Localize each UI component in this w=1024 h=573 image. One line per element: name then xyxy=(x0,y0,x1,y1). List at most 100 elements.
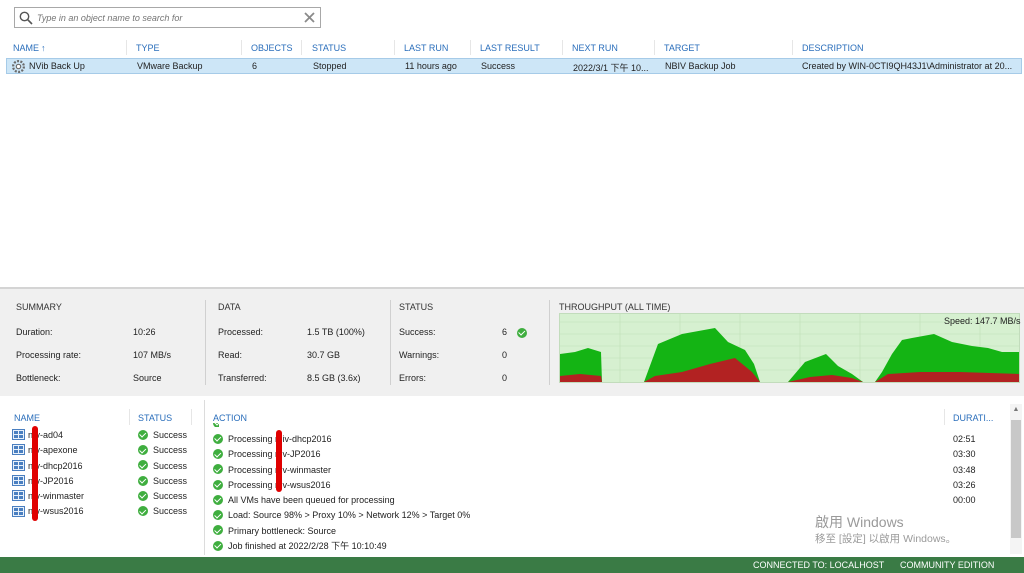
vm-row[interactable]: n v-apexone Success xyxy=(12,443,192,458)
job-last-run: 11 hours ago xyxy=(405,61,457,71)
redaction-mark xyxy=(276,430,282,492)
vm-row[interactable]: n v-winmaster Success xyxy=(12,489,192,504)
success-icon xyxy=(213,448,223,459)
action-header[interactable]: ACTION xyxy=(213,413,247,423)
success-label: Success: xyxy=(399,327,436,337)
success-icon xyxy=(213,540,223,551)
success-icon xyxy=(213,510,223,521)
vm-status: Success xyxy=(138,504,187,519)
col-header-target[interactable]: TARGET xyxy=(664,43,700,53)
success-icon xyxy=(138,460,148,471)
edition-label: COMMUNITY EDITION xyxy=(900,560,995,570)
col-divider xyxy=(191,409,192,425)
job-target: NBIV Backup Job xyxy=(665,61,736,71)
activation-watermark-title: 啟用 Windows xyxy=(815,514,904,530)
action-text: All VMs have been queued for processing xyxy=(228,495,395,506)
duration-label: Duration: xyxy=(16,327,53,337)
vm-icon xyxy=(12,429,25,441)
vm-status-text: Success xyxy=(153,506,188,517)
action-row[interactable]: All VMs have been queued for processing 0… xyxy=(213,493,1003,508)
col-header-status[interactable]: STATUS xyxy=(312,43,346,53)
search-box[interactable] xyxy=(14,7,321,28)
data-title: DATA xyxy=(218,302,241,312)
col-divider xyxy=(301,40,302,55)
vm-status: Success xyxy=(138,443,187,458)
search-input[interactable] xyxy=(37,10,297,25)
rate-label: Processing rate: xyxy=(16,350,82,360)
success-icon xyxy=(213,525,223,536)
action-row[interactable]: Processing n v-wsus201603:26 xyxy=(213,478,1003,493)
redaction-mark xyxy=(32,426,38,521)
vm-icon xyxy=(12,475,25,487)
vm-status: Success xyxy=(138,489,187,504)
success-icon xyxy=(138,444,148,455)
col-divider xyxy=(562,40,563,55)
vm-status-text: Success xyxy=(153,430,188,440)
bottleneck-value: Source xyxy=(133,373,162,383)
status-bar: CONNECTED TO: LOCALHOST COMMUNITY EDITIO… xyxy=(0,557,1024,573)
vm-status: Success xyxy=(138,474,187,489)
scrollbar-thumb[interactable] xyxy=(1011,420,1021,538)
status-divider xyxy=(549,300,550,385)
transferred-label: Transferred: xyxy=(218,373,267,383)
col-header-objects[interactable]: OBJECTS xyxy=(251,43,293,53)
col-divider xyxy=(394,40,395,55)
col-header-type[interactable]: TYPE xyxy=(136,43,160,53)
action-row[interactable]: Processing n v-winmaster03:48 xyxy=(213,463,1003,478)
col-header-last-result[interactable]: LAST RESULT xyxy=(480,43,540,53)
col-header-next-run[interactable]: NEXT RUN xyxy=(572,43,618,53)
action-row[interactable]: Processing n v-JP2016 03:30 xyxy=(213,447,1003,462)
vm-row[interactable]: n v-dhcp2016 Success xyxy=(12,459,192,474)
partial-row-icon xyxy=(213,423,219,427)
gear-icon xyxy=(12,60,25,73)
vm-status-text: Success xyxy=(153,445,188,456)
warnings-label: Warnings: xyxy=(399,350,440,360)
data-divider xyxy=(390,300,391,385)
col-header-name[interactable]: NAME ↑ xyxy=(13,43,46,53)
read-label: Read: xyxy=(218,350,243,360)
success-icon xyxy=(138,429,148,440)
action-row[interactable]: Processing n iv-dhcp201602:51 xyxy=(213,432,1003,447)
success-icon xyxy=(138,506,148,517)
job-row[interactable]: NVib Back Up VMware Backup 6 Stopped 11 … xyxy=(6,58,1022,74)
connection-status: CONNECTED TO: LOCALHOST xyxy=(753,560,885,570)
vm-status-text: Success xyxy=(153,491,188,502)
summary-divider xyxy=(205,300,206,385)
success-check-icon xyxy=(517,327,527,338)
activation-watermark-subtitle: 移至 [設定] 以啟用 Windows。 xyxy=(815,533,957,545)
errors-value: 0 xyxy=(502,373,508,383)
vm-row[interactable]: n v-JP2016 Success xyxy=(12,474,192,489)
success-icon xyxy=(138,490,148,501)
summary-title: SUMMARY xyxy=(16,302,62,312)
vm-row[interactable]: n v-wsus2016 Success xyxy=(12,504,192,519)
vm-status: Success xyxy=(138,428,187,443)
action-text: Load: Source 98% > Proxy 10% > Network 1… xyxy=(228,510,471,521)
pane-divider[interactable] xyxy=(204,400,205,555)
col-header-description[interactable]: DESCRIPTION xyxy=(802,43,864,53)
read-value: 30.7 GB xyxy=(307,350,341,360)
job-type: VMware Backup xyxy=(137,61,203,71)
job-objects: 6 xyxy=(252,61,258,71)
action-duration: 02:51 xyxy=(953,434,976,444)
success-icon xyxy=(213,464,223,475)
success-icon xyxy=(138,475,148,486)
vm-row[interactable]: n v-ad04 Success xyxy=(12,428,192,443)
col-header-last-run[interactable]: LAST RUN xyxy=(404,43,448,53)
job-name: NVib Back Up xyxy=(29,61,85,71)
scroll-up-icon[interactable]: ▲ xyxy=(1011,406,1021,416)
action-duration: 03:26 xyxy=(953,479,976,490)
rate-value: 107 MB/s xyxy=(133,350,172,360)
vm-icon xyxy=(12,444,25,456)
col-header-name-label: NAME xyxy=(13,43,40,53)
vm-list: n v-ad04 Success n v-apexone Success n v… xyxy=(12,428,192,520)
col-divider xyxy=(241,40,242,55)
action-duration: 03:30 xyxy=(953,449,976,460)
duration-header[interactable]: DURATI... xyxy=(953,413,993,423)
vm-status-header[interactable]: STATUS xyxy=(138,413,172,423)
vm-name-header[interactable]: NAME xyxy=(14,413,40,423)
col-divider xyxy=(792,40,793,55)
clear-icon[interactable] xyxy=(303,11,316,24)
job-next-run: 2022/3/1 下午 10... xyxy=(573,63,649,73)
col-divider xyxy=(129,409,130,425)
bottleneck-label: Bottleneck: xyxy=(16,373,61,383)
